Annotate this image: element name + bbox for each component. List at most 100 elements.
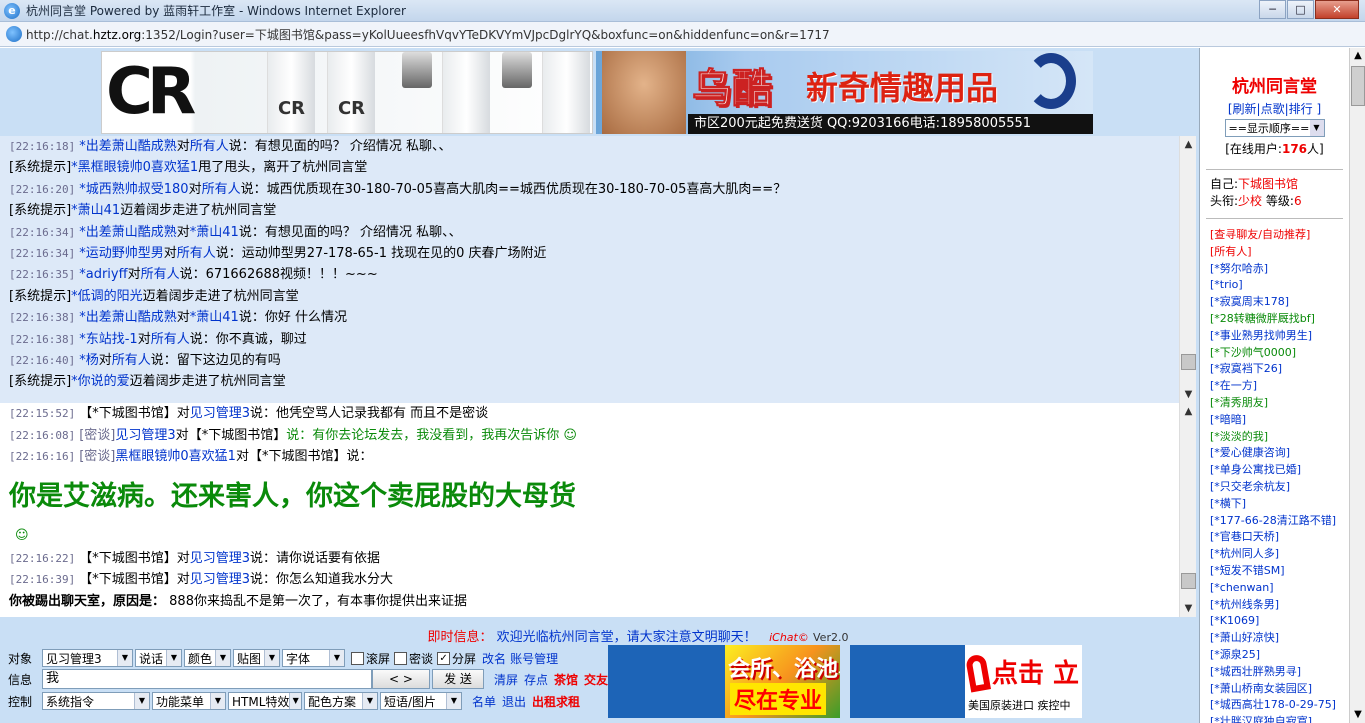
self-name[interactable]: 下城图书馆 <box>1238 177 1298 191</box>
user-list-item[interactable]: [*努尔哈赤] <box>1210 261 1339 278</box>
bath-banner-ad[interactable]: 会所、浴池、 尽在专业 <box>608 645 840 718</box>
sender-nick[interactable]: 出差萧山酷成熟 <box>79 139 177 154</box>
user-list-item[interactable]: [*官巷口天桥] <box>1210 529 1339 546</box>
user-list-item[interactable]: [*城西壮胖熟男寻] <box>1210 664 1339 681</box>
sort-order-select[interactable]: ==显示顺序== ▼ <box>1224 119 1325 137</box>
split-checkbox[interactable]: ✓ <box>437 651 451 665</box>
scroll-thumb[interactable] <box>1351 66 1365 106</box>
cr-banner-ad[interactable]: CR CR CR <box>101 51 593 134</box>
account-link[interactable]: 账号管理 <box>510 650 558 667</box>
system-command-select[interactable]: 系统指令 ▼ <box>42 692 150 710</box>
scroll-down-icon[interactable]: ▼ <box>1350 707 1365 723</box>
save-link[interactable]: 存点 <box>524 671 548 688</box>
target-nick[interactable]: 见习管理3 <box>190 572 250 587</box>
history-button[interactable]: < > <box>372 669 430 689</box>
private-chat-scrollbar[interactable]: ▲ ▼ <box>1179 403 1196 617</box>
target-nick[interactable]: 所有人 <box>141 267 180 282</box>
scroll-down-icon[interactable]: ▼ <box>1180 600 1197 617</box>
target-nick[interactable]: 所有人 <box>190 139 229 154</box>
color-scheme-select[interactable]: 配色方案 ▼ <box>304 692 378 710</box>
private-chat-pane[interactable]: [22:15:52] 【*下城图书馆】对见习管理3说：他凭空骂人记录我都有 而且不… <box>0 403 1196 617</box>
function-menu-select[interactable]: 功能菜单 ▼ <box>152 692 226 710</box>
user-list-item[interactable]: [*28转糖微胖厩找bf] <box>1210 311 1339 328</box>
user-list-item[interactable]: [*trio] <box>1210 277 1339 294</box>
target-nick[interactable]: 所有人 <box>202 182 241 197</box>
url-text[interactable]: http://chat.hztz.org:1352/Login?user=下城图… <box>26 26 830 43</box>
sender-nick[interactable]: 杨 <box>79 353 99 368</box>
color-select[interactable]: 颜色 ▼ <box>184 649 231 667</box>
sender-nick[interactable]: 出差萧山酷成熟 <box>79 310 177 325</box>
self-nick[interactable]: 【*下城图书馆】 <box>249 449 347 464</box>
target-nick[interactable]: 见习管理3 <box>190 551 250 566</box>
scroll-checkbox[interactable] <box>351 651 364 665</box>
sender-nick[interactable]: 城西熟帅叔受180 <box>79 182 188 197</box>
user-list-item[interactable]: [*爱心健康咨询] <box>1210 445 1339 462</box>
friends-link[interactable]: 交友 <box>584 671 608 688</box>
teahouse-link[interactable]: 茶馆 <box>554 671 578 688</box>
clear-link[interactable]: 清屏 <box>494 671 518 688</box>
user-list-item[interactable]: [*寂寞裆下26] <box>1210 361 1339 378</box>
user-list-item[interactable]: [*下沙帅气0000] <box>1210 345 1339 362</box>
user-list-item[interactable]: [*177-66-28清江路不错] <box>1210 513 1339 530</box>
user-nick[interactable]: 萧山41 <box>71 203 120 218</box>
roster-link[interactable]: 名单 <box>472 693 496 710</box>
user-list-item[interactable]: [*横下] <box>1210 496 1339 513</box>
user-list-item[interactable]: [*壮胖汉庭独自寂寞] <box>1210 714 1339 723</box>
secret-checkbox[interactable] <box>394 651 408 665</box>
target-nick[interactable]: 所有人 <box>112 353 151 368</box>
user-list-item[interactable]: [*清秀朋友] <box>1210 395 1339 412</box>
sticker-select[interactable]: 贴图 ▼ <box>233 649 280 667</box>
user-list-item[interactable]: [*单身公寓找已婚] <box>1210 462 1339 479</box>
user-nick[interactable]: 低调的阳光 <box>71 289 143 304</box>
sender-nick[interactable]: 出差萧山酷成熟 <box>79 225 177 240</box>
user-list-item[interactable]: [*在一方] <box>1210 378 1339 395</box>
ichat-logo[interactable]: iChat© <box>769 631 809 644</box>
exit-link[interactable]: 退出 <box>502 693 526 710</box>
public-chat-scrollbar[interactable]: ▲ ▼ <box>1179 136 1196 403</box>
address-bar[interactable]: http://chat.hztz.org:1352/Login?user=下城图… <box>0 22 1365 47</box>
user-nick[interactable]: 你说的爱 <box>71 374 130 389</box>
user-nick[interactable]: 黑框眼镜帅0喜欢猛1 <box>71 160 198 175</box>
user-list-item[interactable]: [*只交老余杭友] <box>1210 479 1339 496</box>
message-input[interactable]: 我 <box>42 669 372 689</box>
sender-nick[interactable]: 运动野帅型男 <box>79 246 164 261</box>
maximize-button[interactable]: □ <box>1287 0 1314 19</box>
user-list-item[interactable]: [*萧山桥南女装园区] <box>1210 681 1339 698</box>
scroll-up-icon[interactable]: ▲ <box>1180 403 1197 420</box>
self-nick[interactable]: 【*下城图书馆】 <box>79 572 177 587</box>
self-nick[interactable]: 【*下城图书馆】 <box>79 406 177 421</box>
user-list-item[interactable]: [*短发不错SM] <box>1210 563 1339 580</box>
scroll-up-icon[interactable]: ▲ <box>1180 136 1197 153</box>
user-list-item[interactable]: [*淡淡的我] <box>1210 429 1339 446</box>
sender-nick[interactable]: adriyff <box>79 267 127 282</box>
user-list-item[interactable]: [*源泉25] <box>1210 647 1339 664</box>
rename-link[interactable]: 改名 <box>482 650 506 667</box>
rent-link[interactable]: 出租求租 <box>532 693 580 710</box>
shop-banner-ad[interactable]: 乌酷 新奇情趣用品 市区200元起免费送货 QQ:9203166电话:18958… <box>596 51 1093 134</box>
scroll-thumb[interactable] <box>1181 354 1196 370</box>
mode-select[interactable]: 说话 ▼ <box>135 649 182 667</box>
self-nick[interactable]: 【*下城图书馆】 <box>79 551 177 566</box>
user-list-item[interactable]: [*K1069] <box>1210 613 1339 630</box>
sidebar-scrollbar[interactable]: ▲ ▼ <box>1349 48 1365 723</box>
target-nick[interactable]: 所有人 <box>177 246 216 261</box>
user-list-item[interactable]: [*chenwan] <box>1210 580 1339 597</box>
user-list-item[interactable]: [*城西高壮178-0-29-75] <box>1210 697 1339 714</box>
sender-nick[interactable]: 黑框眼镜帅0喜欢猛1 <box>115 449 236 464</box>
sender-nick[interactable]: 见习管理3 <box>115 428 175 443</box>
target-nick[interactable]: 萧山41 <box>190 310 239 325</box>
user-list-item[interactable]: [查寻聊友/自动推荐] <box>1210 227 1339 244</box>
send-button[interactable]: 发 送 <box>432 669 484 689</box>
health-banner-ad[interactable]: 点击 立 美国原装进口 疾控中 <box>850 645 1082 718</box>
sms-select[interactable]: 短语/图片 ▼ <box>380 692 462 710</box>
target-select[interactable]: 见习管理3 ▼ <box>42 649 133 667</box>
user-list-item[interactable]: [*暗暗] <box>1210 412 1339 429</box>
user-list-item[interactable]: [*事业熟男找帅男生] <box>1210 328 1339 345</box>
html-effect-select[interactable]: HTML特效 ▼ <box>228 692 302 710</box>
target-nick[interactable]: 萧山41 <box>190 225 239 240</box>
user-list-item[interactable]: [*杭州线条男] <box>1210 597 1339 614</box>
user-list-item[interactable]: [*萧山好凉快] <box>1210 630 1339 647</box>
user-list-item[interactable]: [*寂寞周末178] <box>1210 294 1339 311</box>
sidebar-links[interactable]: [刷新|点歌|排行 ] <box>1200 100 1349 117</box>
minimize-button[interactable]: ─ <box>1259 0 1286 19</box>
